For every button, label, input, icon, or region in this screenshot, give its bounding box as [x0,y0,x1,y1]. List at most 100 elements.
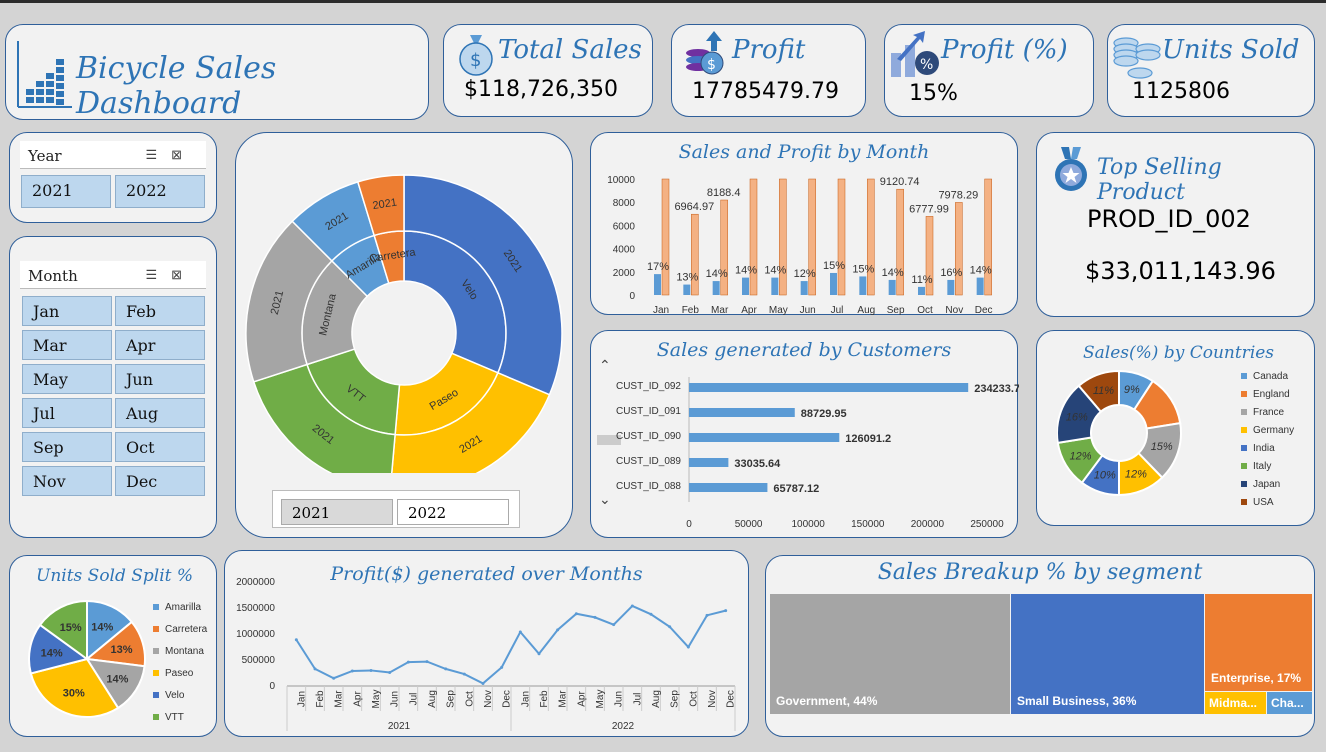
month-chip-mar[interactable]: Mar [22,330,112,360]
legend-swatch [153,604,159,611]
x-tick-label: 150000 [851,519,885,530]
legend-label: Velo [165,690,185,701]
legend-item: Canada [1241,371,1288,382]
legend-item: Carretera [153,624,207,635]
x-tick-label: Sep [887,305,905,316]
x-tick-label: Apr [741,305,757,316]
sales-bar [888,279,896,295]
segment-midmarket: Midma... [1205,692,1266,714]
units-data-label: 14% [91,621,113,633]
legend-swatch [1241,481,1247,488]
profit-line-chart: 0 500000 1000000 1500000 2000000 Jan Feb Mar Apr… [236,577,737,732]
treemap: Government, 44% Small Business, 36% Ente… [770,594,1312,714]
legend-swatch [1241,499,1247,506]
month-chip-dec[interactable]: Dec [115,466,205,496]
legend-item: USA [1241,497,1274,508]
legend-swatch [1241,445,1247,452]
month-chip-sep[interactable]: Sep [22,432,112,462]
profit-point [406,660,410,664]
profit-point [686,645,690,649]
legend-swatch [1241,373,1247,380]
month-chip-apr[interactable]: Apr [115,330,205,360]
month-chip-jan[interactable]: Jan [22,296,112,326]
profit-point [537,652,541,656]
legend-item: England [1241,389,1290,400]
sales-data-label: 15% [852,263,874,275]
sales-bar [859,276,867,295]
svg-text:$: $ [707,57,716,73]
month-chip-jun[interactable]: Jun [115,364,205,394]
x-tick-label: Feb [315,690,326,708]
x-tick-label: Jan [296,691,307,707]
sales-profit-month-chart: 0 2000 4000 6000 8000 10000 17% Jan 13% 6964.97 Fe… [607,175,992,316]
year-slicer: Year ☰⊠ 2021 2022 [9,132,217,223]
x-tick-label: Mar [711,305,729,316]
title-card: Bicycle Sales Dashboard [5,24,429,121]
x-tick-label: May [769,305,788,316]
units-data-label: 14% [41,647,63,659]
month-chip-jul[interactable]: Jul [22,398,112,428]
x-tick-label: Jun [390,691,401,707]
customer-value-label: 234233.75 [974,383,1019,395]
customer-bar [689,433,840,442]
sunburst-year-slicer: 2021 2022 [272,490,520,528]
profit-point [593,615,597,619]
kpi-units-sold: Units Sold 1125806 [1107,24,1315,117]
month-chip-feb[interactable]: Feb [115,296,205,326]
clear-filter-icon[interactable]: ⊠ [171,147,196,162]
segment-channel: Cha... [1267,692,1312,714]
clear-filter-icon[interactable]: ⊠ [171,267,196,282]
growth-percent-icon: % [891,31,939,77]
profit-pct-label: Profit (%) [941,35,1068,65]
y-tick-label: 1500000 [236,603,275,614]
year-chip-2021[interactable]: 2021 [21,175,111,208]
month-chip-nov[interactable]: Nov [22,466,112,496]
medal-icon [1055,147,1087,191]
legend-swatch [153,648,159,655]
legend-label: Paseo [165,668,194,679]
month-chip-aug[interactable]: Aug [115,398,205,428]
profit-point [574,612,578,616]
profit-point [724,609,728,613]
x-tick-label: Jun [614,691,625,707]
x-tick-label: Dec [726,690,737,708]
units-sold-value: 1125806 [1132,79,1230,104]
sunburst-year-2021[interactable]: 2021 [281,499,393,525]
segment-label: Cha... [1271,696,1304,710]
x-tick-label: 0 [686,519,692,530]
countries-card: Sales(%) by Countries 9% 15% 12% 10% 12% 16% 1… [1036,330,1315,526]
profit-point [313,667,317,671]
profit-point [350,669,354,673]
x-tick-label: 200000 [911,519,945,530]
y-tick-label: 0 [269,681,275,692]
x-tick-label: Nov [945,305,963,316]
sunburst-card: Velo 2021 Paseo 2021 VTT 2021 Montana 2021 Amari… [235,132,573,538]
x-tick-label: Feb [682,305,700,316]
legend-swatch [153,714,159,721]
profit-point [500,665,504,669]
legend-item: VTT [153,712,184,723]
sunburst-year-2022[interactable]: 2022 [397,499,509,525]
month-chip-may[interactable]: May [22,364,112,394]
profit-data-label: 8188.4 [707,187,741,199]
multi-select-icon[interactable]: ☰ [145,267,171,282]
sales-profit-month-card: Sales and Profit by Month 0 2000 4000 6000 8… [590,132,1018,316]
customer-label: CUST_ID_092 [616,381,681,392]
dashboard-title: Bicycle Sales Dashboard [76,51,277,121]
x-tick-label: Jun [800,305,816,316]
legend-item: Montana [153,646,204,657]
x-tick-label: Jul [831,305,844,316]
customer-bar [689,458,729,467]
month-chip-oct[interactable]: Oct [115,432,205,462]
profit-bar [867,178,875,296]
segment-card: Sales Breakup % by segment Government, 4… [765,555,1315,737]
legend-label: VTT [165,712,184,723]
multi-select-icon[interactable]: ☰ [145,147,171,162]
y-tick-label: 500000 [242,655,276,666]
profit-point [332,676,336,680]
sales-bar [947,279,955,295]
units-data-label: 14% [106,673,128,685]
month-slicer-label: Month [28,267,78,285]
year-chip-2022[interactable]: 2022 [115,175,205,208]
profit-data-label: 9120.74 [880,176,920,188]
